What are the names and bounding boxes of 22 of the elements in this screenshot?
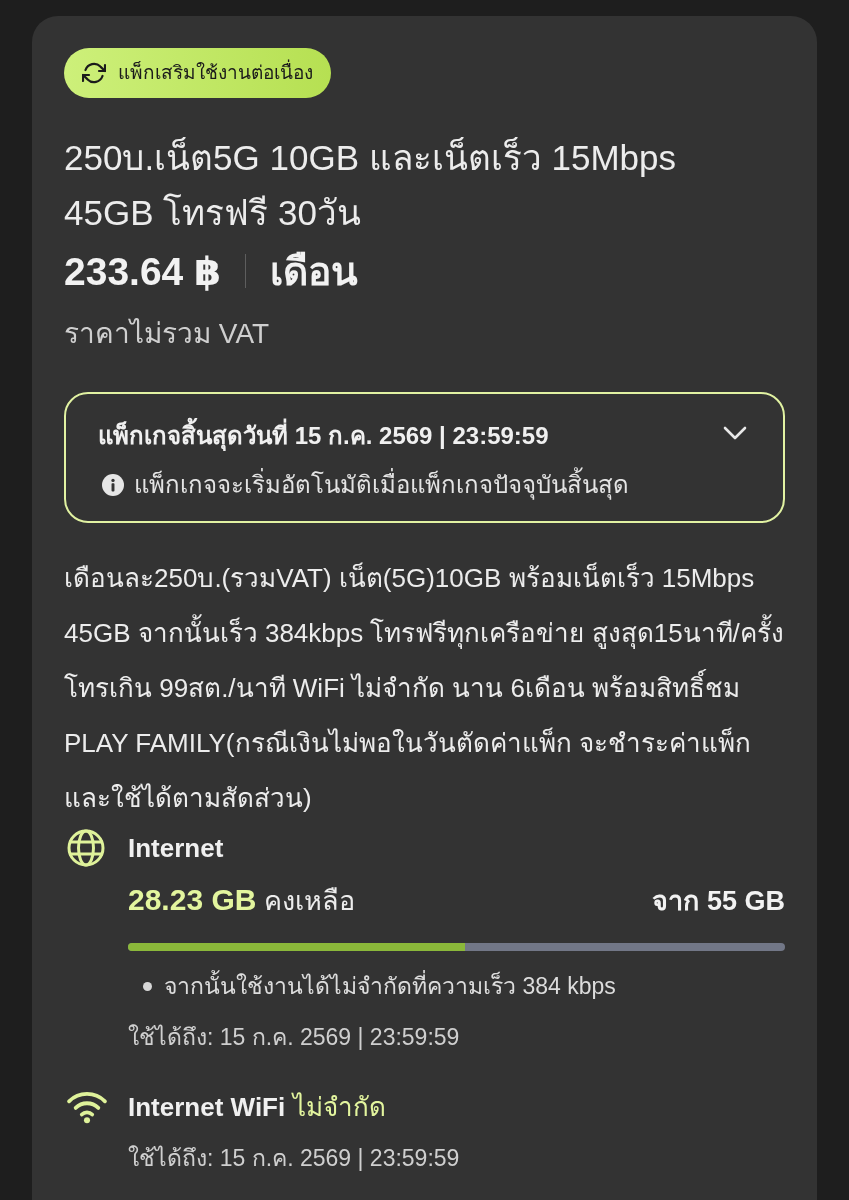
vat-note: ราคาไม่รวม VAT bbox=[64, 317, 271, 351]
price-period: เดือน bbox=[270, 249, 359, 295]
valid-until: ใช้ได้ถึง: 15 ก.ค. 2569 | 23:59:59 bbox=[128, 1023, 461, 1052]
bullet-icon bbox=[143, 981, 152, 991]
package-price: 233.64 ฿ bbox=[64, 248, 222, 294]
package-title: 250บ.เน็ต5G 10GB และเน็ตเร็ว 15Mbps 45GB โทรฟรี 30วัน bbox=[64, 136, 677, 234]
wifi-icon bbox=[66, 1090, 108, 1124]
auto-start-note: แพ็กเกจจะเริ่มอัตโนมัติเมื่อแพ็กเกจปัจจุบันสิ้นสุด bbox=[134, 469, 629, 501]
package-description: เดือนละ250บ.(รวมVAT) เน็ต(5G)10GB พร้อมเน็ตเร็ว 15Mbps 45GB จากนั้นเร็ว 384kbps โทรฟรีทุกเครือข่าย สูงสุด15นาที/ครั้ง โทรเกิน 99สต./นาที WiFi ไม่จำกัด นาน 6เดือน พร้อมสิทธิ์ชม PLAY FAMILY(กรณีเงินไม่พอในวันตัดค่าแพ็ก จะชำระค่าแพ็กและใช้ได้ตามสัดส่วน) bbox=[64, 561, 785, 815]
total-amount: จาก 55 GB bbox=[652, 885, 785, 918]
remaining-amount: 28.23 GB bbox=[128, 882, 257, 918]
badge-label: แพ็กเสริมใช้งานต่อเนื่อง bbox=[118, 61, 313, 85]
quota-allowance: ไม่จำกัด bbox=[293, 1091, 387, 1124]
quota-name: Internet bbox=[128, 832, 224, 865]
globe-icon bbox=[66, 828, 106, 868]
remaining-label: คงเหลือ bbox=[264, 885, 356, 918]
chevron-down-icon[interactable] bbox=[723, 426, 747, 440]
quota-name: Internet WiFi bbox=[128, 1091, 286, 1124]
info-icon bbox=[102, 474, 124, 496]
quota-note: จากนั้นใช้งานได้ไม่จำกัดที่ความเร็ว 384 kbps bbox=[164, 970, 616, 1002]
refresh-icon bbox=[82, 61, 106, 85]
valid-until: ใช้ได้ถึง: 15 ก.ค. 2569 | 23:59:59 bbox=[128, 1144, 461, 1173]
